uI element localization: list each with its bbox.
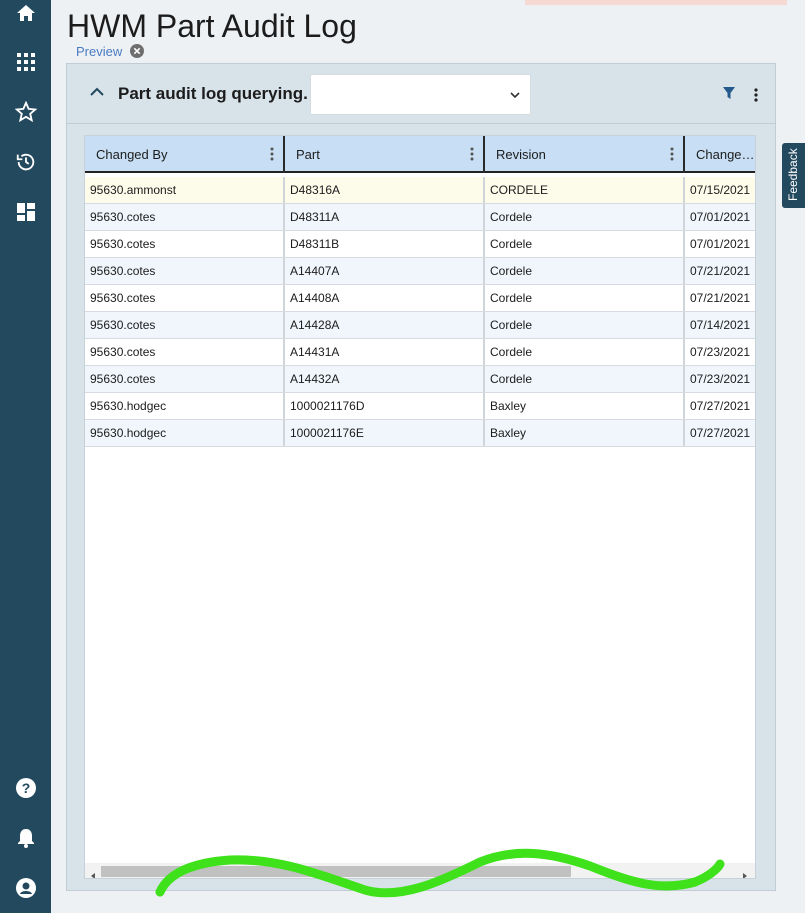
audit-log-panel: Part audit log querying. Changed By Part [66,63,776,891]
column-label: Changed By [96,147,168,162]
cell-change-date: 07/21/2021 [690,264,751,278]
panel-title: Part audit log querying. [118,84,308,103]
cell-part: 1000021176D [285,393,485,419]
cell-change-date: 07/14/2021 [690,318,751,332]
cell-revision: Cordele [485,339,685,365]
dashboard-icon[interactable] [13,199,39,225]
cell-revision: Cordele [485,231,685,257]
audit-log-grid: Changed By Part Revision Change… 95630.a… [84,135,756,879]
query-select[interactable] [310,74,531,115]
cell-part: 1000021176E [285,420,485,446]
filter-icon[interactable] [722,86,736,100]
cell-change-date: 07/27/2021 [690,426,751,440]
cell-change-date: 07/21/2021 [690,291,751,305]
cell-changed-by: 95630.hodgec [85,393,285,419]
cell-part: D48316A [285,177,485,203]
column-menu-icon[interactable] [670,147,674,161]
cell-change-date: 07/27/2021 [690,399,751,413]
cell-change-date: 07/23/2021 [690,345,751,359]
sidebar: ? [0,0,51,913]
feedback-tab[interactable]: Feedback [782,143,805,208]
table-row[interactable]: 95630.ammonst D48316A CORDELE 07/15/2021 [85,177,755,204]
cell-changed-by: 95630.cotes [85,285,285,311]
preview-tag: Preview [76,44,123,59]
cell-changed-by: 95630.ammonst [85,177,285,203]
home-icon[interactable] [13,0,39,26]
column-header-revision[interactable]: Revision [485,136,685,173]
cell-change-date: 07/01/2021 [690,237,751,251]
apps-grid-icon[interactable] [13,49,39,75]
cell-part: A14408A [285,285,485,311]
notification-strip [525,0,787,5]
cell-part: A14407A [285,258,485,284]
cell-part: A14428A [285,312,485,338]
cell-revision: Cordele [485,312,685,338]
vertical-scrollbar[interactable] [755,177,756,861]
cell-changed-by: 95630.cotes [85,366,285,392]
column-label: Part [296,147,320,162]
table-row[interactable]: 95630.cotes A14431A Cordele 07/23/2021 [85,339,755,366]
preview-close-icon[interactable] [130,44,144,58]
column-label: Change… [696,147,755,162]
user-icon[interactable] [13,875,39,901]
cell-revision: Baxley [485,420,685,446]
scroll-right-arrow-icon[interactable] [741,867,749,878]
table-row[interactable]: 95630.hodgec 1000021176D Baxley 07/27/2021 [85,393,755,420]
cell-revision: Cordele [485,258,685,284]
table-row[interactable]: 95630.cotes A14407A Cordele 07/21/2021 [85,258,755,285]
table-row[interactable]: 95630.cotes A14432A Cordele 07/23/2021 [85,366,755,393]
cell-part: A14431A [285,339,485,365]
cell-change-date: 07/15/2021 [690,183,751,197]
panel-header: Part audit log querying. [67,64,775,124]
feedback-label: Feedback [786,148,800,201]
column-header-change-date[interactable]: Change… [685,136,755,173]
column-header-part[interactable]: Part [285,136,485,173]
table-row[interactable]: 95630.hodgec 1000021176E Baxley 07/27/2021 [85,420,755,447]
table-row[interactable]: 95630.cotes A14428A Cordele 07/14/2021 [85,312,755,339]
cell-revision: Cordele [485,366,685,392]
green-scribble-annotation [155,848,725,898]
svg-text:?: ? [22,780,31,796]
column-menu-icon[interactable] [270,147,274,161]
more-options-icon[interactable] [751,87,761,103]
cell-part: A14432A [285,366,485,392]
cell-change-date: 07/01/2021 [690,210,751,224]
cell-changed-by: 95630.cotes [85,312,285,338]
table-row[interactable]: 95630.cotes D48311B Cordele 07/01/2021 [85,231,755,258]
help-icon[interactable]: ? [13,775,39,801]
cell-changed-by: 95630.cotes [85,258,285,284]
scroll-left-arrow-icon[interactable] [89,867,97,878]
table-row[interactable]: 95630.cotes D48311A Cordele 07/01/2021 [85,204,755,231]
cell-revision: CORDELE [485,177,685,203]
chevron-up-icon[interactable] [87,82,107,102]
column-menu-icon[interactable] [470,147,474,161]
grid-header: Changed By Part Revision Change… [85,136,755,173]
column-header-changed-by[interactable]: Changed By [85,136,285,173]
cell-part: D48311A [285,204,485,230]
bell-icon[interactable] [13,825,39,851]
column-label: Revision [496,147,546,162]
table-row[interactable]: 95630.cotes A14408A Cordele 07/21/2021 [85,285,755,312]
star-icon[interactable] [13,99,39,125]
cell-revision: Baxley [485,393,685,419]
chevron-down-icon [508,88,522,102]
cell-changed-by: 95630.cotes [85,204,285,230]
cell-part: D48311B [285,231,485,257]
cell-changed-by: 95630.cotes [85,339,285,365]
history-icon[interactable] [13,149,39,175]
cell-changed-by: 95630.hodgec [85,420,285,446]
cell-revision: Cordele [485,204,685,230]
cell-change-date: 07/23/2021 [690,372,751,386]
page-title: HWM Part Audit Log [67,8,357,44]
cell-revision: Cordele [485,285,685,311]
cell-changed-by: 95630.cotes [85,231,285,257]
